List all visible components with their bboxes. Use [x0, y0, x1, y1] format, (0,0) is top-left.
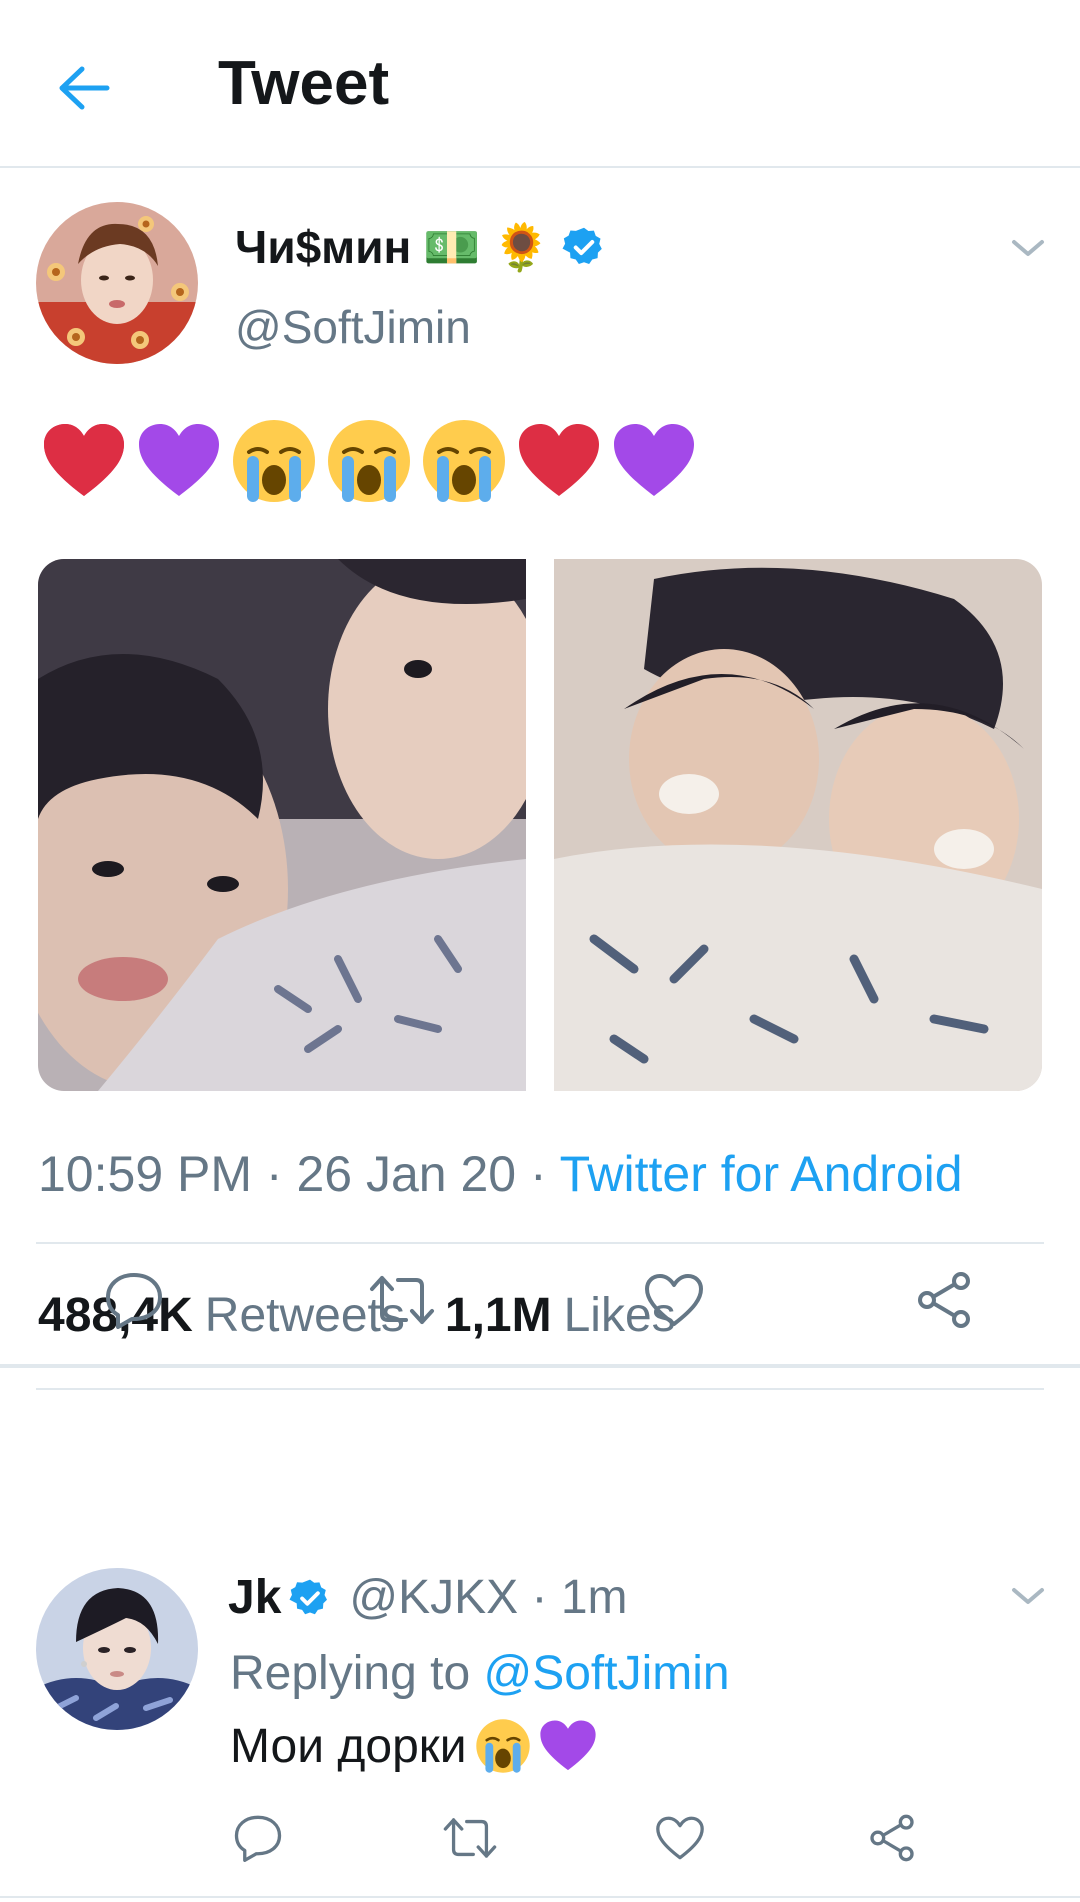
- replying-to: Replying to @SoftJimin: [230, 1646, 730, 1701]
- divider: [36, 1388, 1044, 1390]
- tweet-text: [38, 415, 699, 506]
- tweet-photo-1[interactable]: [38, 559, 526, 1091]
- comment-icon: [234, 1815, 282, 1862]
- chevron-down-icon[interactable]: [1008, 230, 1048, 266]
- tweet-photo-2[interactable]: [554, 559, 1042, 1091]
- author-display-name: Чи$мин: [235, 221, 412, 273]
- reply-share-button[interactable]: [854, 1800, 930, 1876]
- share-icon: [870, 1814, 914, 1862]
- heart-icon: [645, 1274, 703, 1326]
- crying-face-emoji: [228, 415, 319, 506]
- replying-to-mention[interactable]: @SoftJimin: [483, 1647, 729, 1700]
- back-button[interactable]: [52, 56, 116, 120]
- red-heart-emoji: [513, 415, 604, 506]
- author-handle[interactable]: @SoftJimin: [235, 300, 471, 354]
- like-button[interactable]: [636, 1262, 712, 1338]
- retweet-icon: [370, 1276, 434, 1324]
- reply-text-body: Мои дорки: [230, 1719, 467, 1773]
- reply-like-button[interactable]: [642, 1800, 718, 1876]
- reply-handle: @KJKX · 1m: [349, 1571, 628, 1624]
- money-emoji: 💵: [423, 220, 481, 274]
- heart-icon: [656, 1816, 704, 1860]
- verified-badge-icon: [289, 1579, 328, 1614]
- crying-face-emoji: [475, 1719, 530, 1773]
- reply-text: Мои дорки: [230, 1718, 597, 1774]
- chevron-down-icon[interactable]: [1008, 1578, 1048, 1614]
- retweet-icon: [443, 1818, 497, 1858]
- avatar-image: [36, 1568, 198, 1730]
- red-heart-emoji: [38, 415, 129, 506]
- reply-button[interactable]: [96, 1262, 172, 1338]
- top-bar: Tweet: [0, 0, 1080, 168]
- divider: [0, 1896, 1080, 1898]
- avatar-image: [36, 202, 198, 364]
- tweet-action-bar: [0, 1262, 1080, 1338]
- purple-heart-emoji: [539, 1720, 596, 1771]
- reply-display-name: Jk: [228, 1571, 282, 1624]
- share-icon: [918, 1272, 970, 1328]
- purple-heart-emoji: [133, 415, 224, 506]
- sunflower-emoji: 🌻: [492, 220, 550, 274]
- verified-badge-icon: [562, 227, 602, 265]
- divider: [36, 1242, 1044, 1244]
- page-title: Tweet: [218, 49, 390, 118]
- author-name-row[interactable]: Чи$мин 💵 🌻: [235, 220, 606, 274]
- crying-face-emoji: [323, 415, 414, 506]
- tweet-media: [38, 559, 1042, 1091]
- replying-to-label: Replying to: [230, 1647, 484, 1700]
- tweet-timestamp: 10:59 PM · 26 Jan 20 · Twitter for Andro…: [38, 1145, 963, 1203]
- reply-avatar[interactable]: [36, 1568, 198, 1730]
- tweet-source-link[interactable]: Twitter for Android: [560, 1146, 963, 1202]
- retweet-button[interactable]: [364, 1262, 440, 1338]
- section-divider: [0, 1364, 1080, 1368]
- tweet-time: 10:59 PM · 26 Jan 20 ·: [38, 1146, 560, 1202]
- avatar[interactable]: [36, 202, 198, 364]
- crying-face-emoji: [418, 415, 509, 506]
- reply-header[interactable]: Jk @KJKX · 1m: [228, 1570, 628, 1625]
- reply-action-bar: [0, 1800, 1080, 1876]
- purple-heart-emoji: [608, 415, 699, 506]
- share-button[interactable]: [906, 1262, 982, 1338]
- arrow-left-icon: [59, 66, 110, 110]
- reply-retweet-button[interactable]: [432, 1800, 508, 1876]
- reply-reply-button[interactable]: [220, 1800, 296, 1876]
- comment-icon: [106, 1273, 162, 1329]
